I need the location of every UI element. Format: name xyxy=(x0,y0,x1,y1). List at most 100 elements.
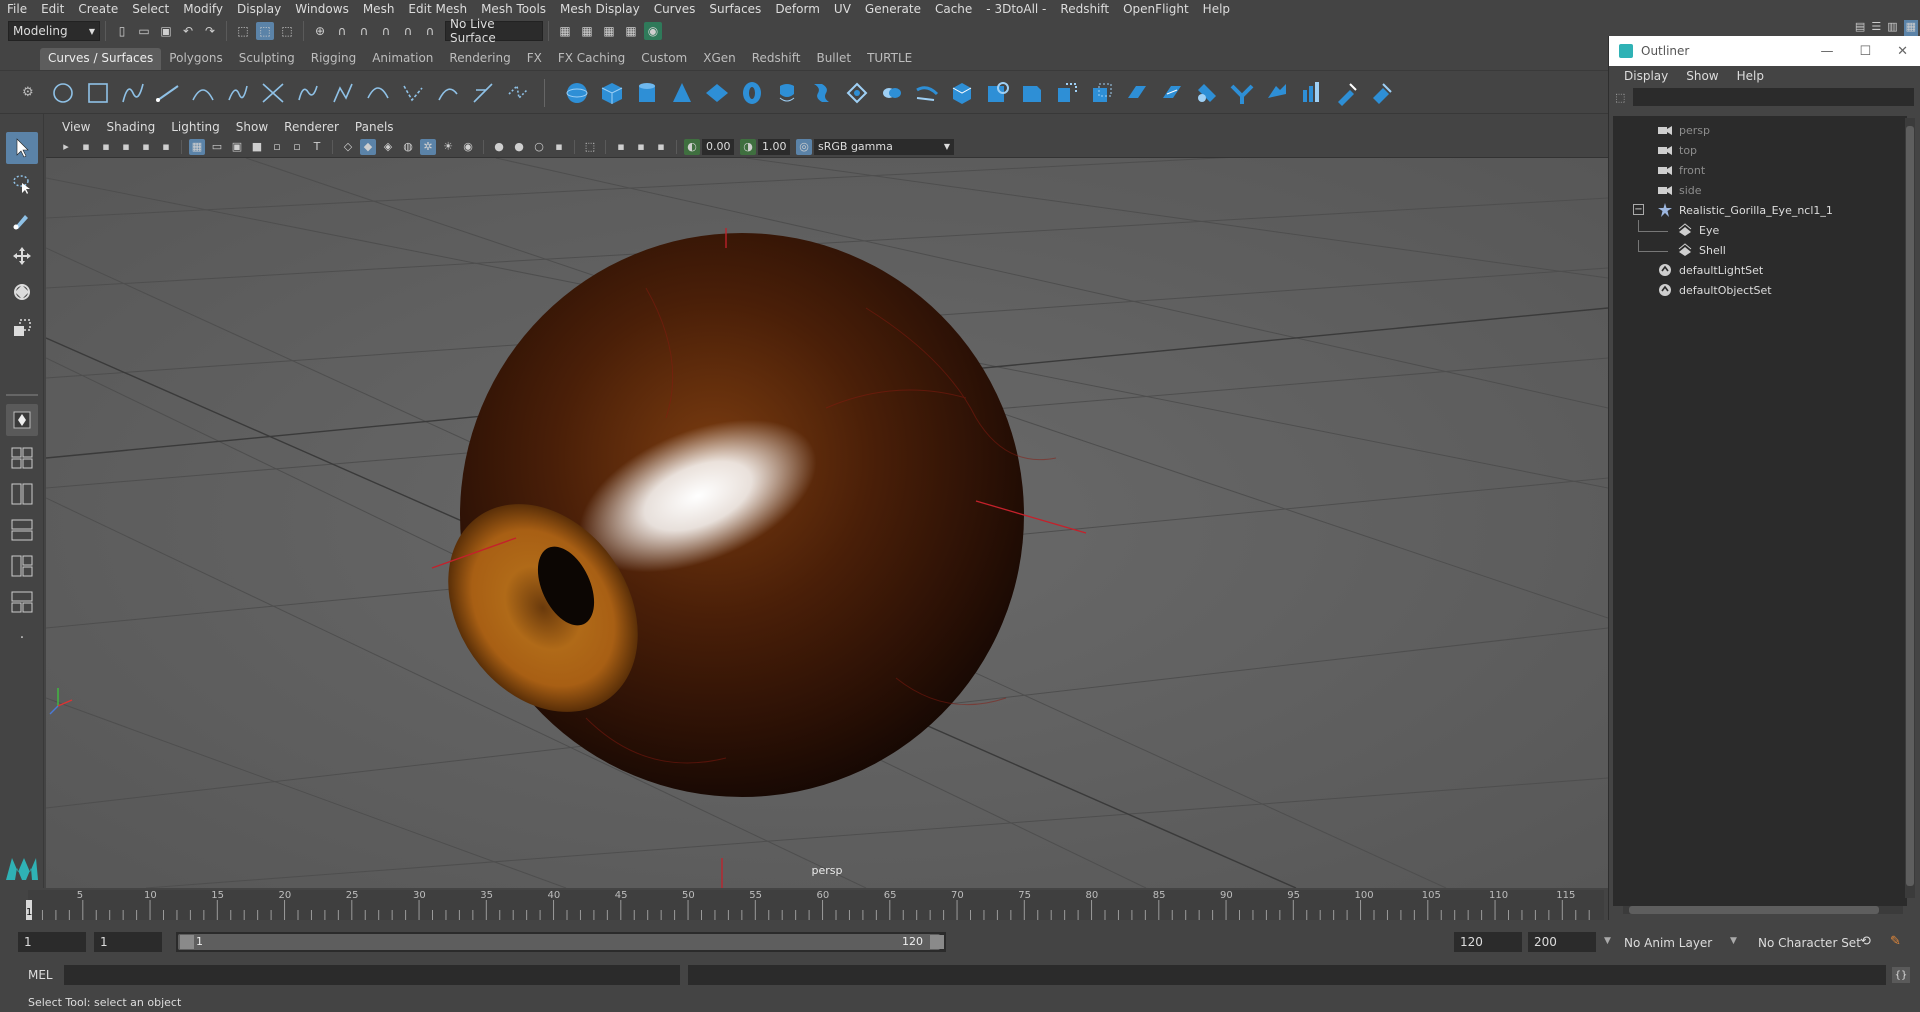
shelf-tab-rendering[interactable]: Rendering xyxy=(441,48,518,70)
safe-action-icon[interactable]: ▫ xyxy=(289,139,305,155)
menu-create[interactable]: Create xyxy=(71,2,125,16)
menu-select[interactable]: Select xyxy=(125,2,176,16)
outliner-menu-display[interactable]: Display xyxy=(1615,69,1677,83)
mode-selector[interactable]: Modeling ▼ xyxy=(8,21,100,41)
shadows-icon[interactable]: ☀ xyxy=(440,139,456,155)
bezier-curve-icon[interactable] xyxy=(190,80,216,106)
range-slider[interactable]: 1 120 xyxy=(176,932,946,952)
loft-icon[interactable] xyxy=(809,80,835,106)
chevron-down-icon[interactable]: ▼ xyxy=(1730,936,1737,946)
shelf-tab-polygons[interactable]: Polygons xyxy=(161,48,230,70)
safe-title-icon[interactable]: T xyxy=(309,139,325,155)
viewport-menu-renderer[interactable]: Renderer xyxy=(276,120,347,134)
exposure-field[interactable]: 0.00 xyxy=(702,138,734,155)
outliner-vscrollbar[interactable] xyxy=(1905,118,1915,898)
snap-grid-icon[interactable]: ⊕ xyxy=(311,22,329,40)
menu-edit-mesh[interactable]: Edit Mesh xyxy=(401,2,474,16)
motion-blur-icon[interactable]: ● xyxy=(491,139,507,155)
scale-tool-icon[interactable] xyxy=(6,312,38,344)
chevron-down-icon[interactable]: ▼ xyxy=(1604,936,1611,946)
undo-icon[interactable]: ↶ xyxy=(179,22,197,40)
channel-box-icon[interactable]: ▦ xyxy=(1903,20,1918,36)
bevel-icon[interactable] xyxy=(1019,80,1045,106)
snap-view-plane-icon[interactable]: ∩ xyxy=(377,22,395,40)
viewport-menu-panels[interactable]: Panels xyxy=(347,120,402,134)
select-camera-icon[interactable]: ▸ xyxy=(58,139,74,155)
color-management-icon[interactable]: ◎ xyxy=(796,138,812,155)
multisample-aa-icon[interactable]: ● xyxy=(511,139,527,155)
outliner-tree[interactable]: persp top front side Realistic_Gorilla_Eye_n… xyxy=(1613,116,1907,906)
reverse-curve-icon[interactable] xyxy=(470,80,496,106)
shelf-tab-fx[interactable]: FX xyxy=(519,48,550,70)
revolve-icon[interactable] xyxy=(774,80,800,106)
character-set-dropdown[interactable]: No Character Set xyxy=(1758,936,1861,950)
outliner-titlebar[interactable]: Outliner — ☐ ✕ xyxy=(1609,36,1920,66)
shelf-tab-rigging[interactable]: Rigging xyxy=(303,48,364,70)
bookmarks-icon[interactable]: ▪ xyxy=(98,139,114,155)
list-icon[interactable]: ☰ xyxy=(1871,20,1881,36)
viewport-menu-lighting[interactable]: Lighting xyxy=(163,120,228,134)
outliner-menu-show[interactable]: Show xyxy=(1677,69,1727,83)
maximize-icon[interactable]: ☐ xyxy=(1859,44,1871,59)
layout-four-panes-icon[interactable] xyxy=(6,442,38,474)
range-slider-handle[interactable] xyxy=(178,934,940,950)
arc-tool-icon[interactable] xyxy=(260,80,286,106)
gate-mask-icon[interactable]: ■ xyxy=(249,139,265,155)
menu-edit[interactable]: Edit xyxy=(34,2,71,16)
collapse-toggle-icon[interactable]: − xyxy=(1633,204,1644,215)
menu-mesh-tools[interactable]: Mesh Tools xyxy=(474,2,553,16)
outliner-hscrollbar[interactable] xyxy=(1623,906,1903,914)
paint-select-tool-icon[interactable] xyxy=(6,204,38,236)
end-time-field[interactable]: 200 xyxy=(1528,932,1596,952)
pencil-curve-icon[interactable] xyxy=(225,80,251,106)
select-tool-icon[interactable] xyxy=(6,132,38,164)
hypershade-icon[interactable]: ◉ xyxy=(644,22,662,40)
attach-curves-icon[interactable] xyxy=(295,80,321,106)
detach-curves-icon[interactable] xyxy=(330,80,356,106)
menu-uv[interactable]: UV xyxy=(827,2,858,16)
close-icon[interactable]: ✕ xyxy=(1897,44,1908,59)
boundary-icon[interactable] xyxy=(949,80,975,106)
backface-culling-icon[interactable]: ▪ xyxy=(653,139,669,155)
open-scene-icon[interactable]: ▭ xyxy=(135,22,153,40)
offset-curve-icon[interactable] xyxy=(435,80,461,106)
time-slider[interactable]: 5 10 15 20 25 30 35 40 45 50 55 60 65 70 75 80 85 90 95 100… xyxy=(0,888,1608,922)
camera-attributes-icon[interactable]: ▪ xyxy=(78,139,94,155)
extrude-icon[interactable] xyxy=(879,80,905,106)
menu-openflight[interactable]: OpenFlight xyxy=(1116,2,1196,16)
range-slider-left-knob[interactable] xyxy=(180,935,194,949)
outliner-item[interactable]: side xyxy=(1657,180,1702,200)
viewport-menu-shading[interactable]: Shading xyxy=(98,120,163,134)
nurbs-cube-icon[interactable] xyxy=(599,80,625,106)
start-time-field[interactable]: 1 xyxy=(18,932,86,952)
minimize-icon[interactable]: — xyxy=(1820,44,1833,59)
outliner-vscroll-thumb[interactable] xyxy=(1906,126,1914,886)
command-language-label[interactable]: MEL xyxy=(28,968,53,982)
shelf-tab-sculpting[interactable]: Sculpting xyxy=(231,48,303,70)
move-tool-icon[interactable] xyxy=(6,240,38,272)
nurbs-circle-icon[interactable] xyxy=(50,80,76,106)
nurbs-cone-icon[interactable] xyxy=(669,80,695,106)
snap-live-icon[interactable]: ∩ xyxy=(399,22,417,40)
trim-tool-icon[interactable] xyxy=(1124,80,1150,106)
wireframe-on-shaded-icon[interactable]: ◈ xyxy=(380,139,396,155)
snap-point-icon[interactable]: ∩ xyxy=(355,22,373,40)
image-plane-icon[interactable]: ▪ xyxy=(118,139,134,155)
depth-of-field-icon[interactable]: ○ xyxy=(531,139,547,155)
outliner-hscroll-thumb[interactable] xyxy=(1629,906,1879,914)
render-current-icon[interactable]: ▦ xyxy=(578,22,596,40)
menu-deform[interactable]: Deform xyxy=(768,2,827,16)
isolate-select-icon[interactable]: ▪ xyxy=(551,139,567,155)
new-scene-icon[interactable]: ▯ xyxy=(113,22,131,40)
menu-mesh-display[interactable]: Mesh Display xyxy=(553,2,647,16)
lasso-tool-icon[interactable] xyxy=(6,168,38,200)
smooth-shade-icon[interactable]: ◆ xyxy=(360,138,376,155)
select-hierarchy-icon[interactable]: ⬚ xyxy=(234,22,252,40)
menu-display[interactable]: Display xyxy=(230,2,288,16)
square-surface-icon[interactable] xyxy=(984,80,1010,106)
shelf-tab-animation[interactable]: Animation xyxy=(364,48,441,70)
grease-pencil-icon[interactable]: ▪ xyxy=(158,139,174,155)
ipr-render-icon[interactable]: ▦ xyxy=(600,22,618,40)
shelf-settings-icon[interactable]: ⚙ xyxy=(22,85,34,100)
outliner-menu-help[interactable]: Help xyxy=(1728,69,1773,83)
